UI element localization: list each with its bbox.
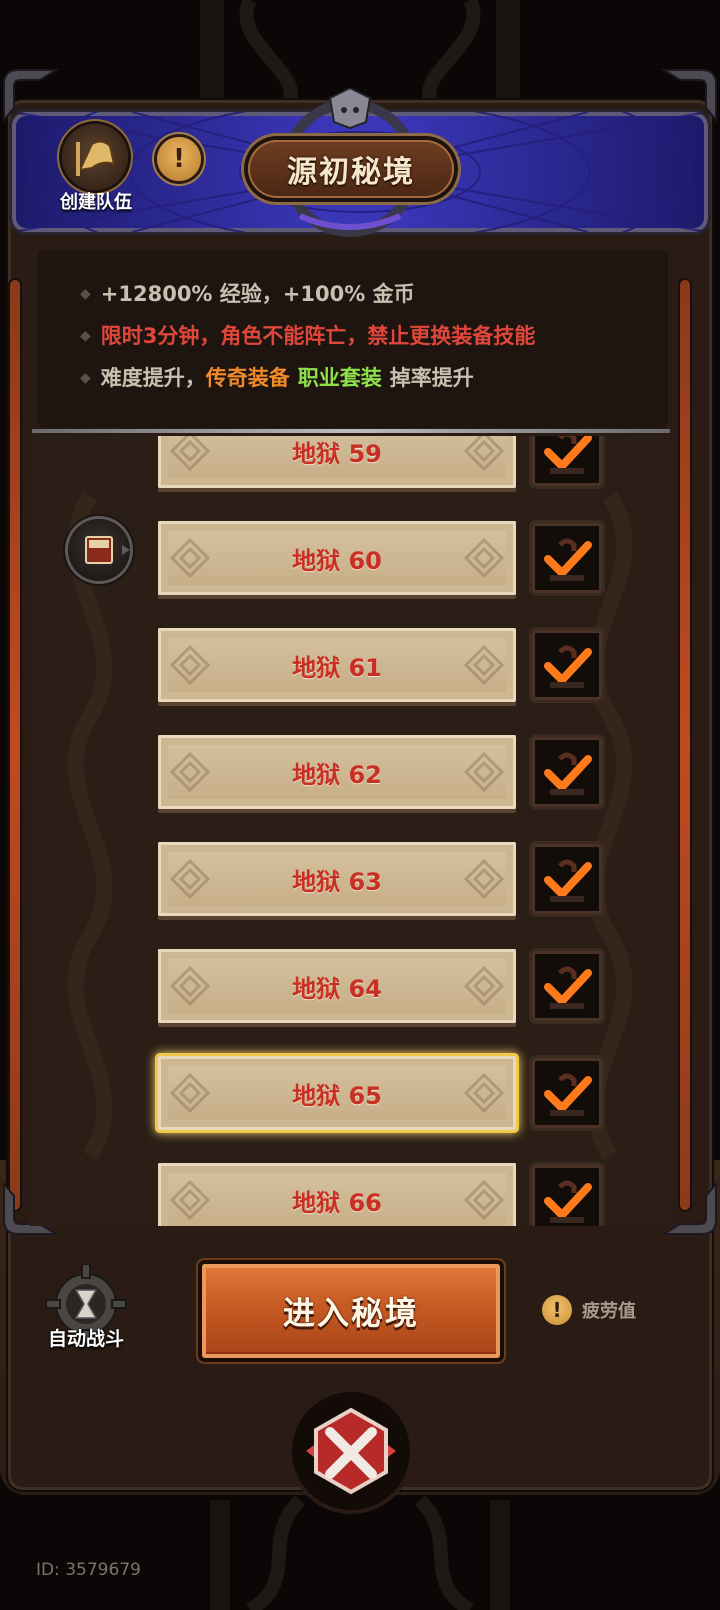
level-label: 地狱 64 <box>292 974 382 1003</box>
rules-text: 限时3分钟，角色不能阵亡，禁止更换装备技能 <box>100 324 536 348</box>
level-checkbox[interactable] <box>532 523 602 593</box>
class-set-text: 职业套装 <box>297 366 382 390</box>
close-button[interactable] <box>292 1392 410 1510</box>
right-frame-bar <box>680 280 690 1210</box>
level-checkbox[interactable] <box>532 737 602 807</box>
team-horn-icon <box>62 124 128 190</box>
drops-prefix: 难度提升， <box>100 366 206 390</box>
level-label: 地狱 65 <box>292 1081 382 1110</box>
knot-ornament <box>463 858 505 900</box>
exclamation-icon: ! <box>542 1295 572 1325</box>
level-row[interactable]: 地狱 59 <box>30 436 670 496</box>
knot-ornament <box>169 537 211 579</box>
checkmark-icon <box>544 1180 592 1223</box>
fatigue-indicator[interactable]: ! 疲劳值 <box>542 1290 636 1330</box>
exclamation-icon[interactable]: ! <box>157 137 201 181</box>
knot-ornament <box>169 965 211 1007</box>
page-title: 源初秘境 <box>287 155 415 190</box>
checkmark-icon <box>544 1073 592 1116</box>
checkmark-icon <box>544 752 592 795</box>
level-checkbox[interactable] <box>532 844 602 914</box>
knot-ornament <box>169 858 211 900</box>
knot-ornament <box>463 1179 505 1221</box>
title-plate: 源初秘境 <box>248 140 454 198</box>
level-label: 地狱 60 <box>292 546 382 575</box>
level-checkbox[interactable] <box>532 1165 602 1226</box>
level-row[interactable]: 地狱 62 <box>30 727 670 817</box>
knot-ornament <box>463 436 505 472</box>
level-list[interactable]: 地狱 59 地狱 60 地狱 61 地狱 62 地狱 63 地狱 64 地狱 65 地狱 66 <box>30 436 670 1226</box>
checkmark-icon <box>544 859 592 902</box>
checkmark-icon <box>544 966 592 1009</box>
level-plate[interactable]: 地狱 62 <box>158 735 516 809</box>
legendary-gear-text: 传奇装备 <box>205 366 290 390</box>
knot-ornament <box>169 1072 211 1114</box>
bullet-icon: ◆ <box>80 370 91 386</box>
checkmark-icon <box>544 538 592 581</box>
level-plate[interactable]: 地狱 65 <box>158 1056 516 1130</box>
user-id: ID: 3579679 <box>36 1560 141 1580</box>
info-line-rewards: ◆ +12800% 经验，+100% 金币 <box>80 278 415 308</box>
book-icon <box>68 519 130 581</box>
corner-ornament-top-right <box>660 69 717 123</box>
level-checkbox[interactable] <box>532 1058 602 1128</box>
auto-fight-label: 自动战斗 <box>47 1328 124 1350</box>
info-line-rules: ◆ 限时3分钟，角色不能阵亡，禁止更换装备技能 <box>80 320 535 350</box>
rewards-text: +12800% 经验，+100% 金币 <box>100 282 415 306</box>
level-row[interactable]: 地狱 66 <box>30 1155 670 1226</box>
knot-ornament <box>169 1179 211 1221</box>
info-line-drops: ◆ 难度提升，传奇装备 职业套装 掉率提升 <box>80 362 474 392</box>
level-row[interactable]: 地狱 64 <box>30 941 670 1031</box>
bullet-icon: ◆ <box>80 328 91 344</box>
knot-ornament <box>463 751 505 793</box>
level-checkbox[interactable] <box>532 951 602 1021</box>
knot-ornament <box>463 644 505 686</box>
knot-ornament <box>169 436 211 472</box>
level-label: 地狱 61 <box>292 653 382 682</box>
knot-ornament <box>169 751 211 793</box>
level-row[interactable]: 地狱 65 <box>30 1048 670 1138</box>
knot-ornament <box>463 1072 505 1114</box>
level-plate[interactable]: 地狱 61 <box>158 628 516 702</box>
divider <box>32 429 670 433</box>
level-label: 地狱 59 <box>292 439 382 468</box>
close-icon <box>306 1407 396 1495</box>
level-row[interactable]: 地狱 63 <box>30 834 670 924</box>
level-plate[interactable]: 地狱 64 <box>158 949 516 1023</box>
level-row[interactable]: 地狱 60 <box>30 513 670 603</box>
left-frame-bar <box>10 280 20 1210</box>
level-plate[interactable]: 地狱 59 <box>158 436 516 488</box>
level-plate[interactable]: 地狱 63 <box>158 842 516 916</box>
checkmark-icon <box>544 645 592 688</box>
auto-fight-button[interactable]: 自动战斗 <box>36 1262 136 1362</box>
drops-suffix: 掉率提升 <box>389 366 474 390</box>
level-label: 地狱 63 <box>292 867 382 896</box>
level-plate[interactable]: 地狱 60 <box>158 521 516 595</box>
level-checkbox[interactable] <box>532 630 602 700</box>
level-label: 地狱 62 <box>292 760 382 789</box>
corner-ornament-top-left <box>3 69 60 123</box>
knot-ornament <box>169 644 211 686</box>
bullet-icon: ◆ <box>80 286 91 302</box>
checkmark-icon <box>544 436 592 474</box>
create-team-button[interactable]: 创建队伍 <box>44 120 148 220</box>
level-checkbox[interactable] <box>532 436 602 486</box>
level-row[interactable]: 地狱 61 <box>30 620 670 710</box>
enter-dungeon-button[interactable]: 进入秘境 <box>202 1264 500 1358</box>
level-label: 地狱 66 <box>292 1188 382 1217</box>
create-team-label: 创建队伍 <box>60 192 132 213</box>
knot-ornament <box>463 965 505 1007</box>
fatigue-label: 疲劳值 <box>582 1301 636 1322</box>
level-plate[interactable]: 地狱 66 <box>158 1163 516 1226</box>
knot-ornament <box>463 537 505 579</box>
